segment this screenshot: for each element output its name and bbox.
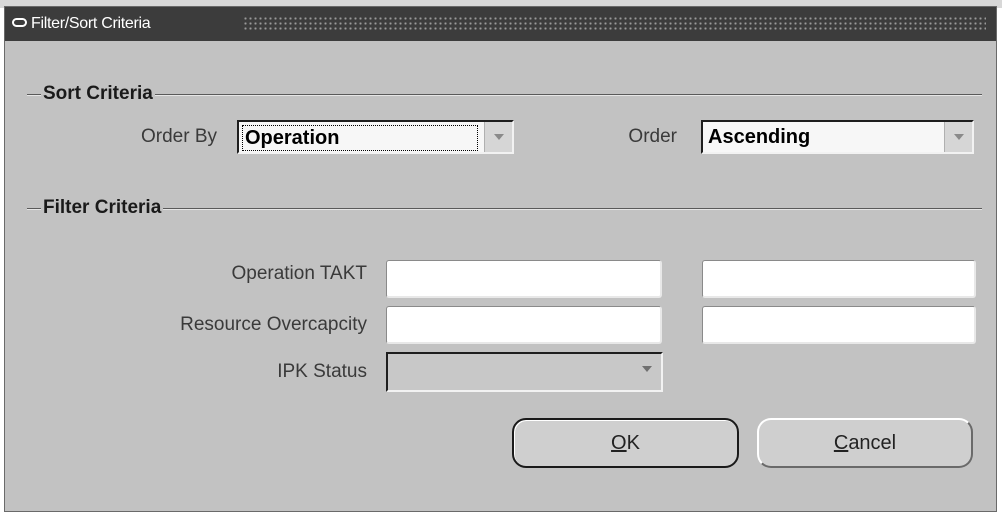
filter-criteria-divider [27, 208, 982, 210]
ipk-status-select[interactable] [386, 352, 663, 392]
operation-takt-from-field[interactable] [386, 260, 662, 298]
resource-overcapacity-label: Resource Overcapcity [180, 314, 367, 335]
title-bar[interactable]: Filter/Sort Criteria [5, 7, 996, 41]
ok-mnemonic: O [611, 431, 627, 454]
resource-overcapacity-from-field[interactable] [386, 306, 662, 344]
ok-button[interactable]: OK [512, 418, 739, 468]
window-menu-icon[interactable] [12, 18, 27, 27]
order-value: Ascending [708, 126, 811, 148]
window-title: Filter/Sort Criteria [31, 15, 151, 32]
ok-label-rest: K [626, 431, 640, 454]
title-bar-texture [243, 16, 986, 32]
order-by-value: Operation [242, 125, 478, 151]
ipk-status-value [391, 357, 393, 381]
resource-overcapacity-to-field[interactable] [702, 306, 976, 344]
chevron-down-icon[interactable] [944, 122, 972, 152]
operation-takt-to-field[interactable] [702, 260, 976, 298]
sort-criteria-divider [27, 94, 982, 96]
cancel-button[interactable]: Cancel [757, 418, 973, 468]
sort-criteria-heading: Sort Criteria [41, 83, 155, 105]
chevron-down-icon[interactable] [633, 354, 661, 390]
order-by-label: Order By [140, 126, 217, 147]
order-label: Order [628, 126, 677, 147]
order-by-select[interactable]: Operation [237, 120, 514, 154]
chevron-down-icon[interactable] [484, 122, 512, 152]
order-select[interactable]: Ascending [701, 120, 974, 154]
cancel-label-rest: ancel [848, 431, 897, 454]
ipk-status-label: IPK Status [277, 361, 367, 382]
operation-takt-label: Operation TAKT [231, 263, 367, 284]
filter-sort-dialog: Filter/Sort Criteria Sort Criteria Order… [4, 6, 997, 512]
filter-criteria-heading: Filter Criteria [41, 197, 164, 219]
cancel-mnemonic: C [833, 431, 849, 454]
